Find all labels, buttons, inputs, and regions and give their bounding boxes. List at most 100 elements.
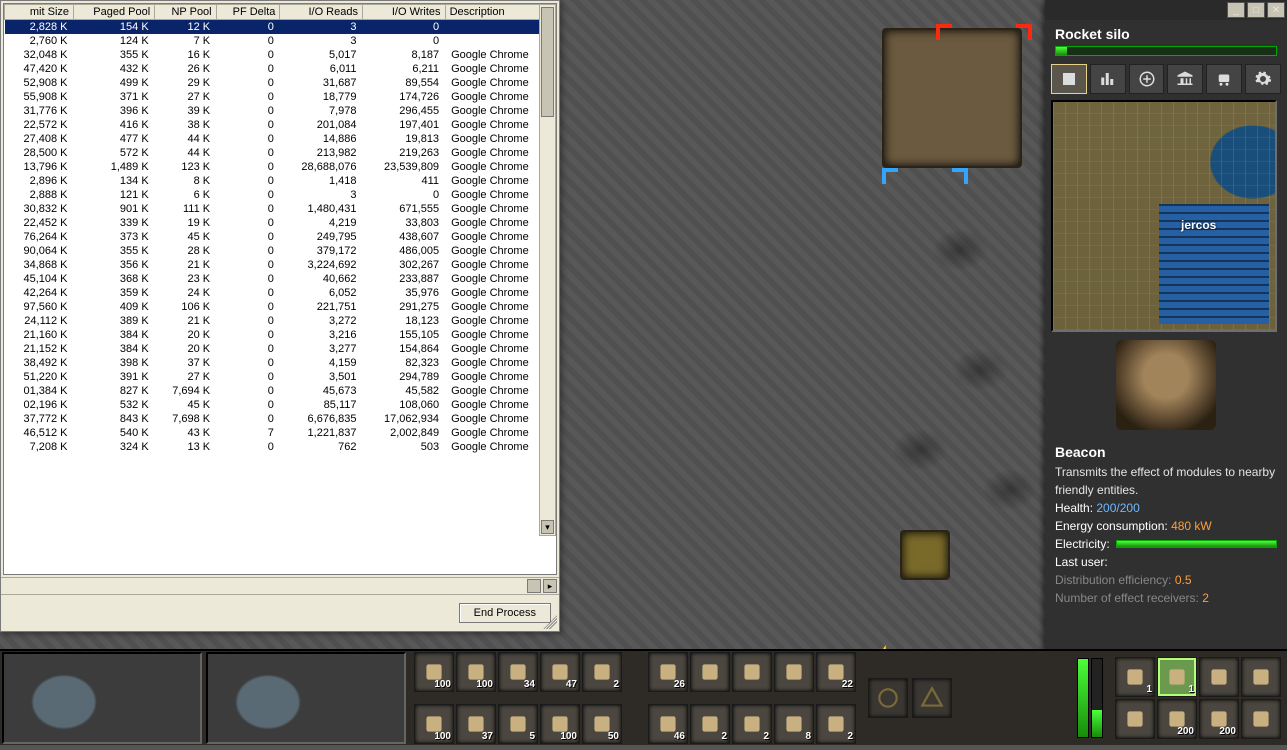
hotbar-slot-signal[interactable]: 37	[456, 704, 496, 744]
table-cell: 17,062,934	[362, 412, 445, 426]
hotbar-slot-smg[interactable]	[1241, 657, 1281, 697]
hotbar-slot-engine[interactable]: 8	[774, 704, 814, 744]
hotbar-slot-repair-pack[interactable]: 1	[1157, 657, 1197, 697]
table-row[interactable]: 7,208 K324 K13 K0762503Google Chrome	[5, 440, 556, 454]
tab-research[interactable]	[1167, 64, 1203, 94]
table-cell: 28 K	[155, 244, 216, 258]
table-row[interactable]: 46,512 K540 K43 K71,221,8372,002,849Goog…	[5, 426, 556, 440]
minimize-button[interactable]: _	[1227, 2, 1245, 18]
table-row[interactable]: 2,828 K154 K12 K030	[5, 20, 556, 35]
tab-add[interactable]	[1129, 64, 1165, 94]
tab-map[interactable]	[1051, 64, 1087, 94]
table-row[interactable]: 30,832 K901 K111 K01,480,431671,555Googl…	[5, 202, 556, 216]
table-row[interactable]: 22,572 K416 K38 K0201,084197,401Google C…	[5, 118, 556, 132]
table-row[interactable]: 76,264 K373 K45 K0249,795438,607Google C…	[5, 230, 556, 244]
table-row[interactable]: 2,888 K121 K6 K030Google Chrome	[5, 188, 556, 202]
vertical-scrollbar[interactable]: ▾	[539, 4, 556, 536]
table-row[interactable]: 34,868 K356 K21 K03,224,692302,267Google…	[5, 258, 556, 272]
hotbar-slot-ammo[interactable]: 200	[1157, 699, 1197, 739]
table-row[interactable]: 42,264 K359 K24 K06,05235,976Google Chro…	[5, 286, 556, 300]
table-row[interactable]: 2,896 K134 K8 K01,418411Google Chrome	[5, 174, 556, 188]
table-row[interactable]: 21,160 K384 K20 K03,216155,105Google Chr…	[5, 328, 556, 342]
column-header[interactable]: Paged Pool	[74, 5, 155, 20]
side-panel: _ □ ✕ Rocket silo jercos Beacon Transmit…	[1045, 0, 1287, 660]
table-row[interactable]: 02,196 K532 K45 K085,117108,060Google Ch…	[5, 398, 556, 412]
tab-train[interactable]	[1206, 64, 1242, 94]
scrollbar-thumb[interactable]	[527, 579, 541, 593]
table-cell: 4,159	[280, 356, 363, 370]
table-row[interactable]: 97,560 K409 K106 K0221,751291,275Google …	[5, 300, 556, 314]
table-cell: 359 K	[74, 286, 155, 300]
table-row[interactable]: 28,500 K572 K44 K0213,982219,263Google C…	[5, 146, 556, 160]
table-cell: 124 K	[74, 34, 155, 48]
hotbar-slot-splitter[interactable]: 100	[456, 652, 496, 692]
table-row[interactable]: 90,064 K355 K28 K0379,172486,005Google C…	[5, 244, 556, 258]
hotbar-slot-pipe[interactable]: 2	[690, 704, 730, 744]
column-header[interactable]: I/O Reads	[280, 5, 363, 20]
tab-settings[interactable]	[1245, 64, 1281, 94]
hotbar-slot-plastic[interactable]	[774, 652, 814, 692]
hotbar-slot-fast-belt[interactable]: 34	[498, 652, 538, 692]
column-header[interactable]: NP Pool	[155, 5, 216, 20]
table-row[interactable]: 51,220 K391 K27 K03,501294,789Google Chr…	[5, 370, 556, 384]
table-row[interactable]: 27,408 K477 K44 K014,88619,813Google Chr…	[5, 132, 556, 146]
table-cell: 13 K	[155, 440, 216, 454]
table-cell: 368 K	[74, 272, 155, 286]
hotbar-slot-green-circuit[interactable]: 22	[816, 652, 856, 692]
horizontal-scrollbar[interactable]: ▸	[1, 577, 559, 594]
hotbar-slot-shotgun-shells[interactable]	[1241, 699, 1281, 739]
resize-grip-icon[interactable]	[543, 615, 557, 629]
hotbar-slot-copper-plate[interactable]	[690, 652, 730, 692]
tab-production[interactable]	[1090, 64, 1126, 94]
table-cell: 532 K	[74, 398, 155, 412]
table-row[interactable]: 13,796 K1,489 K123 K028,688,07623,539,80…	[5, 160, 556, 174]
module-slot[interactable]	[868, 678, 908, 718]
table-row[interactable]: 45,104 K368 K23 K040,662233,887Google Ch…	[5, 272, 556, 286]
hotbar-slot-pistol[interactable]	[1199, 657, 1239, 697]
hotbar-slot-electric-engine[interactable]: 2	[816, 704, 856, 744]
module-slot[interactable]	[912, 678, 952, 718]
table-cell: 499 K	[74, 76, 155, 90]
minimap[interactable]: jercos	[1051, 100, 1277, 332]
table-row[interactable]: 52,908 K499 K29 K031,68789,554Google Chr…	[5, 76, 556, 90]
table-row[interactable]: 2,760 K124 K7 K030	[5, 34, 556, 48]
hotbar-slot-train-stop[interactable]: 100	[540, 704, 580, 744]
column-header[interactable]: PF Delta	[216, 5, 280, 20]
slot-count: 200	[1219, 726, 1236, 737]
column-header[interactable]: I/O Writes	[362, 5, 445, 20]
table-row[interactable]: 31,776 K396 K39 K07,978296,455Google Chr…	[5, 104, 556, 118]
table-row[interactable]: 21,152 K384 K20 K03,277154,864Google Chr…	[5, 342, 556, 356]
table-row[interactable]: 37,772 K843 K7,698 K06,676,83517,062,934…	[5, 412, 556, 426]
table-row[interactable]: 22,452 K339 K19 K04,21933,803Google Chro…	[5, 216, 556, 230]
maximize-button[interactable]: □	[1247, 2, 1265, 18]
hotbar-slot-belt[interactable]: 100	[414, 652, 454, 692]
slot-count: 100	[476, 679, 493, 690]
table-row[interactable]: 32,048 K355 K16 K05,0178,187Google Chrom…	[5, 48, 556, 62]
hotbar-slot-piercing-ammo[interactable]: 200	[1199, 699, 1239, 739]
table-row[interactable]: 01,384 K827 K7,694 K045,67345,582Google …	[5, 384, 556, 398]
scroll-down-arrow-icon[interactable]: ▾	[541, 520, 554, 534]
table-cell: 97,560 K	[5, 300, 74, 314]
hotbar-slot-iron-plate[interactable]: 26	[648, 652, 688, 692]
end-process-button[interactable]: End Process	[459, 603, 551, 623]
hotbar-slot-pipe-to-ground[interactable]: 2	[732, 704, 772, 744]
table-row[interactable]: 55,908 K371 K27 K018,779174,726Google Ch…	[5, 90, 556, 104]
entity-preview-image	[1116, 340, 1216, 430]
process-table-scroll[interactable]: mit SizePaged PoolNP PoolPF DeltaI/O Rea…	[3, 3, 557, 575]
table-row[interactable]: 24,112 K389 K21 K03,27218,123Google Chro…	[5, 314, 556, 328]
hotbar-slot-pickaxe[interactable]: 1	[1115, 657, 1155, 697]
hotbar-slot-inserter[interactable]: 2	[582, 652, 622, 692]
scrollbar-thumb[interactable]	[541, 7, 554, 117]
hotbar-slot-underground-belt[interactable]: 47	[540, 652, 580, 692]
hotbar-slot-gear[interactable]: 46	[648, 704, 688, 744]
hotbar-slot-steel[interactable]	[732, 652, 772, 692]
close-button[interactable]: ✕	[1267, 2, 1285, 18]
table-row[interactable]: 38,492 K398 K37 K04,15982,323Google Chro…	[5, 356, 556, 370]
hotbar-slot-rail[interactable]: 100	[414, 704, 454, 744]
table-row[interactable]: 47,420 K432 K26 K06,0116,211Google Chrom…	[5, 62, 556, 76]
scroll-right-arrow-icon[interactable]: ▸	[543, 579, 557, 593]
hotbar-slot-armor[interactable]	[1115, 699, 1155, 739]
column-header[interactable]: mit Size	[5, 5, 74, 20]
hotbar-slot-locomotive[interactable]: 50	[582, 704, 622, 744]
hotbar-slot-chain-signal[interactable]: 5	[498, 704, 538, 744]
